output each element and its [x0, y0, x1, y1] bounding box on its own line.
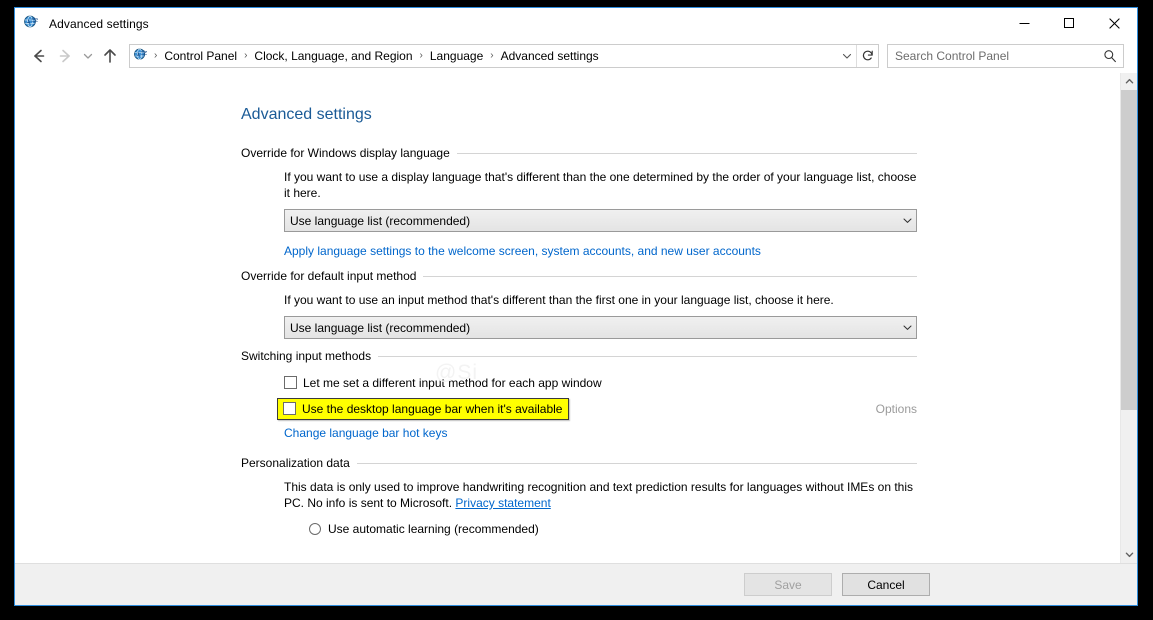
settings-inner: Override for Windows display language If…	[241, 146, 917, 539]
up-arrow-icon	[101, 47, 119, 65]
scroll-up-button[interactable]	[1121, 73, 1137, 90]
search-input[interactable]	[888, 49, 1097, 63]
cancel-button[interactable]: Cancel	[842, 573, 930, 596]
section-rule	[357, 463, 917, 464]
apply-language-settings-link[interactable]: Apply language settings to the welcome s…	[284, 244, 761, 258]
personalization-description-text: This data is only used to improve handwr…	[284, 480, 913, 510]
title-bar: 字 Advanced settings	[15, 8, 1137, 39]
up-button[interactable]	[97, 43, 123, 69]
language-globe-icon: 字	[23, 15, 40, 32]
section-rule	[423, 276, 917, 277]
breadcrumb-separator: ›	[151, 50, 160, 61]
change-language-bar-hot-keys-link[interactable]: Change language bar hot keys	[284, 426, 447, 440]
close-icon	[1109, 18, 1120, 29]
section-header-switching-input-methods: Switching input methods	[241, 349, 917, 363]
scrollbar-thumb[interactable]	[1121, 90, 1137, 410]
settings-content: @Si Advanced settings Override for Windo…	[15, 73, 1120, 563]
radio-row-automatic-learning[interactable]: Use automatic learning (recommended)	[241, 519, 917, 539]
section-body-switching-links: Change language bar hot keys	[241, 424, 917, 451]
breadcrumb-language-icon: 字	[133, 48, 149, 64]
section-body-display-language: If you want to use a display language th…	[241, 169, 917, 269]
section-description: This data is only used to improve handwr…	[284, 479, 917, 511]
breadcrumb-item-advanced-settings[interactable]: Advanced settings	[497, 47, 603, 65]
section-rule	[457, 153, 917, 154]
breadcrumb-separator: ›	[241, 50, 250, 61]
maximize-button[interactable]	[1047, 8, 1092, 39]
breadcrumb-item-clock-language-region[interactable]: Clock, Language, and Region	[250, 47, 416, 65]
chevron-up-icon	[1125, 77, 1134, 86]
recent-pages-button[interactable]	[78, 43, 97, 69]
breadcrumb-item-control-panel[interactable]: Control Panel	[160, 47, 241, 65]
back-arrow-icon	[30, 47, 48, 65]
chevron-down-icon	[1125, 550, 1134, 559]
highlight-annotation-desktop-language-bar: Use the desktop language bar when it's a…	[277, 398, 569, 420]
chevron-down-icon	[82, 50, 94, 62]
svg-text:字: 字	[31, 16, 38, 25]
options-link[interactable]: Options	[876, 402, 917, 416]
back-button[interactable]	[26, 43, 52, 69]
vertical-scrollbar[interactable]	[1120, 73, 1137, 563]
window-controls	[1002, 8, 1137, 39]
window-title: Advanced settings	[49, 17, 149, 31]
search-icon[interactable]	[1097, 45, 1123, 67]
checkbox-label: Let me set a different input method for …	[303, 376, 602, 390]
scroll-down-button[interactable]	[1121, 546, 1137, 563]
section-header-personalization-data: Personalization data	[241, 456, 917, 470]
close-button[interactable]	[1092, 8, 1137, 39]
default-input-method-combobox[interactable]: Use language list (recommended)	[284, 316, 917, 339]
default-input-method-value: Use language list (recommended)	[290, 321, 470, 335]
address-bar[interactable]: 字 › Control Panel › Clock, Language, and…	[129, 44, 879, 68]
section-label: Override for default input method	[241, 269, 423, 283]
breadcrumb-separator: ›	[417, 50, 426, 61]
save-button[interactable]: Save	[744, 573, 832, 596]
section-rule	[378, 356, 917, 357]
refresh-icon	[861, 49, 875, 63]
address-dropdown-button[interactable]	[838, 45, 856, 67]
refresh-button[interactable]	[856, 45, 878, 67]
checkbox-per-app-input-method[interactable]	[284, 376, 297, 389]
advanced-settings-window: 字 Advanced settings	[14, 7, 1138, 606]
scrollbar-track[interactable]	[1121, 90, 1137, 546]
section-body-default-input-method: If you want to use an input method that'…	[241, 292, 917, 339]
breadcrumb-separator: ›	[487, 50, 496, 61]
dialog-footer: Save Cancel	[15, 563, 1137, 605]
checkbox-label: Use the desktop language bar when it's a…	[302, 402, 562, 416]
minimize-button[interactable]	[1002, 8, 1047, 39]
chevron-down-icon	[841, 50, 853, 62]
breadcrumb: › Control Panel › Clock, Language, and R…	[151, 47, 838, 65]
checkbox-desktop-language-bar[interactable]	[283, 402, 296, 415]
display-language-combobox[interactable]: Use language list (recommended)	[284, 209, 917, 232]
forward-button[interactable]	[52, 43, 78, 69]
forward-arrow-icon	[56, 47, 74, 65]
section-header-default-input-method: Override for default input method	[241, 269, 917, 283]
section-body-personalization-data: This data is only used to improve handwr…	[241, 479, 917, 511]
navigation-bar: 字 › Control Panel › Clock, Language, and…	[15, 39, 1137, 72]
page-title: Advanced settings	[241, 106, 1120, 124]
radio-label: Use automatic learning (recommended)	[328, 522, 539, 536]
section-description: If you want to use a display language th…	[284, 169, 917, 201]
svg-text:字: 字	[141, 48, 148, 57]
section-label: Switching input methods	[241, 349, 378, 363]
section-label: Personalization data	[241, 456, 357, 470]
section-label: Override for Windows display language	[241, 146, 457, 160]
display-language-value: Use language list (recommended)	[290, 214, 470, 228]
minimize-icon	[1019, 18, 1030, 29]
row-desktop-language-bar: Use the desktop language bar when it's a…	[241, 396, 917, 421]
section-description: If you want to use an input method that'…	[284, 292, 917, 308]
body-area: @Si Advanced settings Override for Windo…	[15, 72, 1137, 563]
chevron-down-icon	[899, 215, 916, 226]
radio-automatic-learning[interactable]	[309, 523, 321, 535]
chevron-down-icon	[899, 322, 916, 333]
privacy-statement-link[interactable]: Privacy statement	[455, 496, 550, 510]
section-header-display-language: Override for Windows display language	[241, 146, 917, 160]
breadcrumb-item-language[interactable]: Language	[426, 47, 487, 65]
search-box[interactable]	[887, 44, 1124, 68]
checkbox-row-per-app-input-method[interactable]: Let me set a different input method for …	[241, 372, 917, 393]
maximize-icon	[1064, 18, 1075, 29]
